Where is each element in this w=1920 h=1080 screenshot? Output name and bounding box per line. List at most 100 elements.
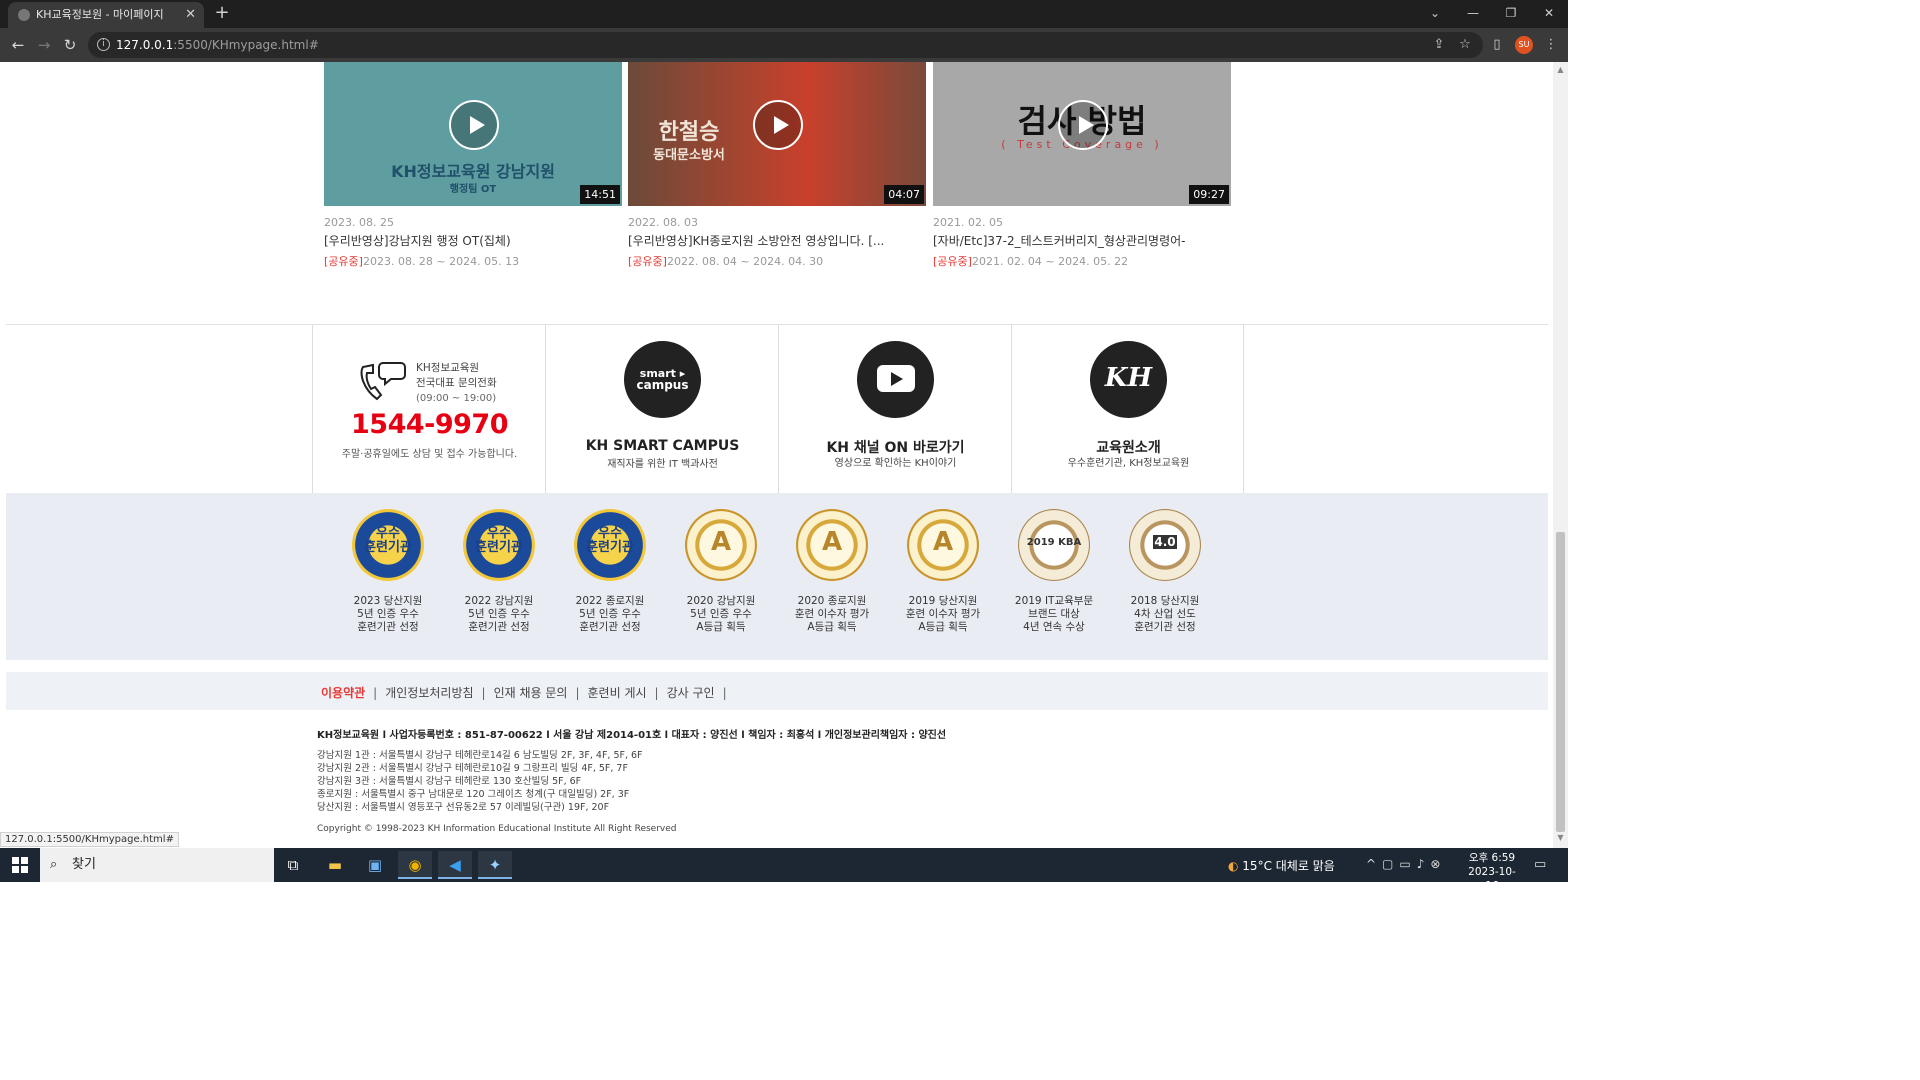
award-line: A등급 획득 [696, 621, 746, 633]
award-line: 훈련 이수자 평가 [905, 608, 981, 620]
reload-icon[interactable]: ↻ [60, 35, 80, 55]
video-title[interactable]: [우리반영상]강남지원 행정 OT(집체) [324, 232, 622, 249]
share-icon[interactable]: ⇪ [1431, 37, 1447, 53]
award-text: 2018 당산지원 4차 산업 선도 훈련기관 선정 [1113, 595, 1217, 634]
kh-channel-sub: 영상으로 확인하는 KH이야기 [834, 458, 957, 469]
award-line: 2023 당산지원 [353, 595, 423, 607]
share-status: [공유중] [628, 255, 667, 268]
chrome-icon[interactable]: ◉ [398, 851, 432, 879]
award-medal-icon: A [685, 509, 757, 581]
about-link[interactable]: KH 교육원소개 우수훈련기관, KH정보교육원 [1011, 325, 1244, 493]
award-line: A등급 획득 [918, 621, 968, 633]
award-line: 훈련 이수자 평가 [794, 608, 870, 620]
thumbnail-subtitle: 행정팀 OT [449, 184, 497, 195]
video-period: [공유중]2023. 08. 28 ~ 2024. 05. 13 [324, 253, 622, 269]
minimize-icon[interactable]: — [1454, 0, 1492, 28]
address-line: 강남지원 2관 : 서울특별시 강남구 테헤란로10길 9 그랑프리 빌딩 4F… [317, 763, 628, 774]
award-line: 2018 당산지원 [1130, 595, 1200, 607]
footer-link-instructor[interactable]: 강사 구인 [667, 686, 715, 700]
address-line: 강남지원 1관 : 서울특별시 강남구 테헤란로14길 6 남도빌딩 2F, 3… [317, 750, 643, 761]
address-line: 종로지원 : 서울특별시 중구 남대문로 120 그레이츠 청계(구 대일빌딩)… [317, 789, 630, 800]
taskbar-clock[interactable]: 오후 6:59 2023-10-16 [1462, 851, 1522, 893]
weather-icon: ◐ [1228, 859, 1243, 873]
contact-phone-number[interactable]: 1544-9970 [313, 409, 546, 440]
thumbnail-title: 한철승 [658, 120, 720, 145]
vscode-icon[interactable]: ◀ [438, 851, 472, 879]
page-scrollbar[interactable]: ▲ ▼ [1553, 62, 1568, 848]
browser-toolbar: ← → ↻ i 127.0.0.1:5500/KHmypage.html# ⇪ … [0, 28, 1568, 62]
video-thumbnail[interactable]: KH정보교육원 강남지원 행정팀 OT 14:51 [324, 62, 622, 206]
notification-icon[interactable]: ▭ [1534, 857, 1546, 872]
store-icon[interactable]: ▣ [358, 851, 392, 879]
quick-links-row: KH정보교육원 전국대표 문의전화 (09:00 ~ 19:00) 1544-9… [312, 325, 1244, 493]
award-line: 2020 강남지원 [686, 595, 756, 607]
smart-campus-sub: 재직자를 위한 IT 백과사전 [607, 459, 718, 470]
system-tray-icons[interactable]: ^▢▭♪⊗ [1366, 857, 1446, 871]
address-bar[interactable]: i 127.0.0.1:5500/KHmypage.html# [88, 32, 1483, 58]
video-card[interactable]: KH정보교육원 강남지원 행정팀 OT 14:51 2023. 08. 25 [… [324, 62, 622, 269]
video-thumbnail[interactable]: 검사 방법 ( Test Coverage ) 09:27 [933, 62, 1231, 206]
about-sub: 우수훈련기관, KH정보교육원 [1067, 458, 1190, 469]
os-taskbar: ⌕ 찾기 ⧉ ▬ ▣ ◉ ◀ ✦ ◐ 15°C 대체로 맑음 ^▢▭♪⊗ 오후 … [0, 848, 1568, 892]
kh-channel-link[interactable]: KH 채널 ON 바로가기 영상으로 확인하는 KH이야기 [778, 325, 1011, 493]
video-period: [공유중]2022. 08. 04 ~ 2024. 04. 30 [628, 253, 926, 269]
profile-avatar[interactable]: SU [1515, 36, 1533, 54]
browser-tab[interactable]: KH교육정보원 - 마이페이지 ✕ [8, 2, 204, 28]
side-panel-icon[interactable]: ▯ [1489, 37, 1505, 53]
award-item: 우수 훈련기관 2022 종로지원 5년 인증 우수 훈련기관 선정 [558, 509, 662, 634]
smart-campus-link[interactable]: smart ▸ campus KH SMART CAMPUS 재직자를 위한 I… [545, 325, 778, 493]
task-view-icon[interactable]: ⧉ [276, 851, 310, 879]
video-date: 2022. 08. 03 [628, 216, 698, 229]
video-card[interactable]: 검사 방법 ( Test Coverage ) 09:27 2021. 02. … [933, 62, 1231, 269]
video-title[interactable]: [우리반영상]KH종로지원 소방안전 영상입니다. [... [628, 232, 926, 249]
site-info-icon[interactable]: i [97, 38, 110, 51]
video-thumbnail[interactable]: 한철승 동대문소방서 04:07 [628, 62, 926, 206]
taskbar-search[interactable]: ⌕ 찾기 [40, 848, 274, 882]
bookmark-star-icon[interactable]: ☆ [1457, 37, 1473, 53]
award-line: 브랜드 대상 [1028, 608, 1080, 620]
clock-time: 오후 6:59 [1468, 852, 1516, 864]
award-medal-icon: 우수 훈련기관 [463, 509, 535, 581]
play-icon[interactable] [449, 100, 499, 150]
scroll-down-arrow-icon[interactable]: ▼ [1556, 834, 1565, 842]
browser-tab-bar: KH교육정보원 - 마이페이지 ✕ + ⌄ — ❐ ✕ [0, 0, 1568, 28]
video-duration: 09:27 [1189, 185, 1229, 204]
award-item: A 2019 당산지원 훈련 이수자 평가 A등급 획득 [891, 509, 995, 634]
medal-label: A [710, 527, 732, 557]
share-period: 2022. 08. 04 ~ 2024. 04. 30 [666, 255, 824, 268]
award-item: 2019 KBA 2019 IT교육부문 브랜드 대상 4년 연속 수상 [1002, 509, 1106, 634]
award-line: 5년 인증 우수 [690, 608, 752, 620]
scroll-up-arrow-icon[interactable]: ▲ [1556, 66, 1565, 74]
back-arrow-icon[interactable]: ← [8, 35, 28, 55]
restore-icon[interactable]: ❐ [1492, 0, 1530, 28]
medal-label: 우수 훈련기관 [586, 526, 634, 555]
browser-menu-icon[interactable]: ⋮ [1543, 37, 1559, 53]
address-line: 당산지원 : 서울특별시 영등포구 선유동2로 57 이레빌딩(구관) 19F,… [317, 802, 610, 813]
close-window-icon[interactable]: ✕ [1530, 0, 1568, 28]
award-line: 5년 인증 우수 [579, 608, 641, 620]
new-tab-button[interactable]: + [212, 3, 232, 23]
taskbar-search-label: 찾기 [72, 857, 96, 872]
video-card[interactable]: 한철승 동대문소방서 04:07 2022. 08. 03 [우리반영상]KH종… [628, 62, 926, 269]
play-icon[interactable] [1058, 100, 1108, 150]
scroll-thumb[interactable] [1556, 532, 1565, 832]
footer-link-privacy[interactable]: 개인정보처리방침 [385, 686, 473, 700]
app-icon[interactable]: ✦ [478, 851, 512, 879]
tab-close-icon[interactable]: ✕ [185, 2, 196, 28]
search-icon: ⌕ [50, 857, 58, 872]
file-explorer-icon[interactable]: ▬ [318, 851, 352, 879]
contact-desc: 전국대표 문의전화 [416, 377, 497, 389]
tab-search-icon[interactable]: ⌄ [1416, 0, 1454, 28]
footer-link-fees[interactable]: 훈련비 게시 [588, 686, 647, 700]
windows-start-icon[interactable] [12, 857, 28, 873]
play-icon[interactable] [753, 100, 803, 150]
thumbnail-title: KH정보교육원 강남지원 [391, 162, 555, 181]
footer-links-bar: 이용약관 | 개인정보처리방침 | 인재 채용 문의 | 훈련비 게시 | 강사 구인 | [6, 672, 1548, 710]
award-item: 우수 훈련기관 2023 당산지원 5년 인증 우수 훈련기관 선정 [336, 509, 440, 634]
weather-widget[interactable]: ◐ 15°C 대체로 맑음 [1228, 857, 1335, 874]
video-title[interactable]: [자바/Etc]37-2_테스트커버리지_형상관리명령어- [933, 232, 1231, 249]
footer-link-terms[interactable]: 이용약관 [321, 686, 365, 700]
forward-arrow-icon[interactable]: → [34, 35, 54, 55]
footer-link-recruit[interactable]: 인재 채용 문의 [494, 686, 568, 700]
award-text: 2020 종로지원 훈련 이수자 평가 A등급 획득 [780, 595, 884, 634]
